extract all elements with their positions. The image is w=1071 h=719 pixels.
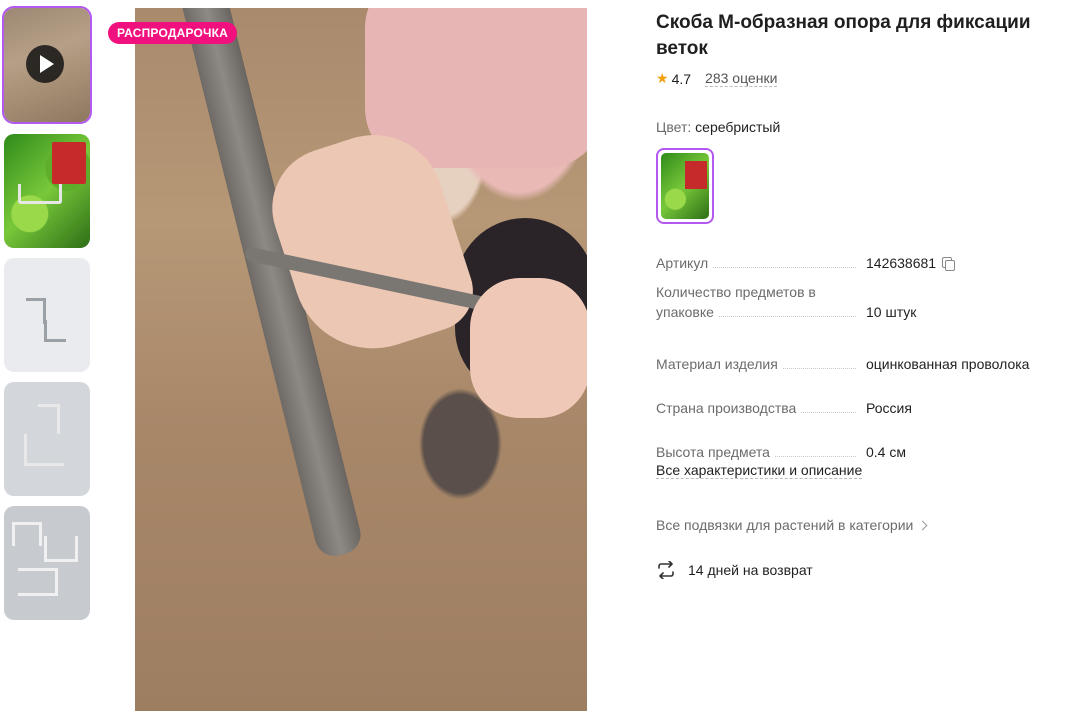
reviews-link[interactable]: 283 оценки — [705, 70, 778, 87]
rating-row: ★ 4.7 283 оценки — [656, 70, 1061, 87]
color-swatch-silver[interactable] — [656, 148, 714, 224]
product-info: Скоба М-образная опора для фиксации вето… — [656, 10, 1061, 579]
product-label-image — [52, 142, 86, 184]
spec-value: 142638681 — [866, 253, 956, 273]
category-link-label: Все подвязки для растений в категории — [656, 517, 914, 533]
staple-image — [44, 320, 66, 342]
spec-row: Высота предмета 0.4 см — [656, 442, 1056, 462]
staple-image — [12, 522, 42, 546]
staple-image — [18, 184, 62, 204]
staple-image — [44, 536, 78, 562]
star-icon: ★ — [656, 70, 669, 86]
copy-icon[interactable] — [942, 256, 956, 271]
spec-value: 10 штук — [866, 304, 917, 320]
play-icon[interactable] — [26, 45, 64, 83]
return-text: 14 дней на возврат — [688, 562, 813, 578]
staple-image — [24, 434, 64, 466]
color-row: Цвет: серебристый — [656, 119, 780, 135]
thumbnail-image-5[interactable] — [4, 506, 90, 620]
thumbnail-image-2[interactable] — [4, 134, 90, 248]
staple-image — [38, 404, 60, 434]
color-label: Цвет: — [656, 119, 692, 135]
spec-key: Артикул — [656, 253, 866, 273]
spec-key: Количество предметов в упаковке — [656, 282, 866, 322]
category-link[interactable]: Все подвязки для растений в категории — [656, 517, 928, 533]
staple-image — [26, 298, 46, 324]
spec-key: Страна производства — [656, 398, 866, 418]
spec-row: Артикул 142638681 — [656, 253, 1056, 273]
return-arrows-icon — [658, 561, 674, 579]
spec-row: Страна производства Россия — [656, 398, 1056, 418]
spec-value: оцинкованная проволока — [866, 356, 1030, 372]
return-policy: 14 дней на возврат — [656, 561, 813, 579]
color-value: серебристый — [695, 119, 781, 135]
article-number: 142638681 — [866, 255, 937, 271]
photo-hand-2 — [470, 278, 587, 418]
product-title: Скоба М-образная опора для фиксации вето… — [656, 12, 1031, 59]
thumbnail-video[interactable] — [2, 6, 92, 124]
thumbnail-image-4[interactable] — [4, 382, 90, 496]
chevron-right-icon — [917, 520, 928, 531]
color-swatch-image — [661, 153, 709, 219]
main-product-photo[interactable] — [135, 8, 587, 711]
rating-value: 4.7 — [671, 70, 692, 87]
all-specs-link[interactable]: Все характеристики и описание — [656, 462, 863, 479]
thumbnail-image-3[interactable] — [4, 258, 90, 372]
spec-value: 0.4 см — [866, 444, 906, 460]
spec-key: Материал изделия — [656, 354, 866, 374]
spec-value: Россия — [866, 400, 912, 416]
staple-image — [18, 568, 58, 596]
spec-key: Высота предмета — [656, 442, 866, 462]
sale-badge: РАСПРОДАРОЧКА — [108, 22, 238, 44]
spec-row: Материал изделия оцинкованная проволока — [656, 354, 1056, 374]
spec-row: Количество предметов в упаковке 10 штук — [656, 282, 1056, 322]
